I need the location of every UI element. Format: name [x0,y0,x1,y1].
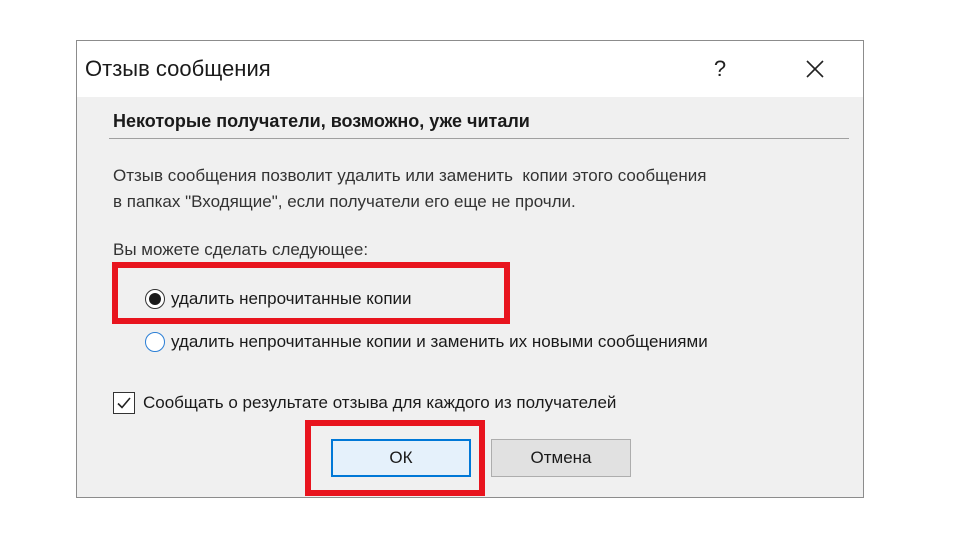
description-text: Отзыв сообщения позволит удалить или зам… [113,166,707,211]
report-result-label: Сообщать о результате отзыва для каждого… [143,393,617,412]
dialog-title: Отзыв сообщения [85,56,271,81]
heading-divider [109,138,849,139]
options-label: Вы можете сделать следующее: [113,240,369,259]
close-button[interactable] [789,41,841,97]
radio-button-unselected[interactable] [145,332,165,352]
radio-option-label: удалить непрочитанные копии и заменить и… [171,332,708,351]
report-result-checkbox[interactable] [113,392,135,414]
radio-option-delete-and-replace[interactable]: удалить непрочитанные копии и заменить и… [145,329,708,355]
ok-button[interactable]: ОК [331,439,471,477]
recall-message-dialog: Отзыв сообщения ? Некоторые получатели, … [76,40,864,498]
radio-option-label: удалить непрочитанные копии [171,289,412,308]
checkmark-icon [117,397,131,409]
cancel-button[interactable]: Отмена [491,439,631,477]
help-button[interactable]: ? [697,41,743,97]
section-heading: Некоторые получатели, возможно, уже чита… [113,111,530,131]
close-icon [806,60,824,78]
radio-button-selected[interactable] [145,289,165,309]
report-result-checkbox-row[interactable]: Сообщать о результате отзыва для каждого… [113,390,616,416]
title-bar: Отзыв сообщения ? [77,41,863,97]
radio-option-delete-unread[interactable]: удалить непрочитанные копии [145,286,412,312]
